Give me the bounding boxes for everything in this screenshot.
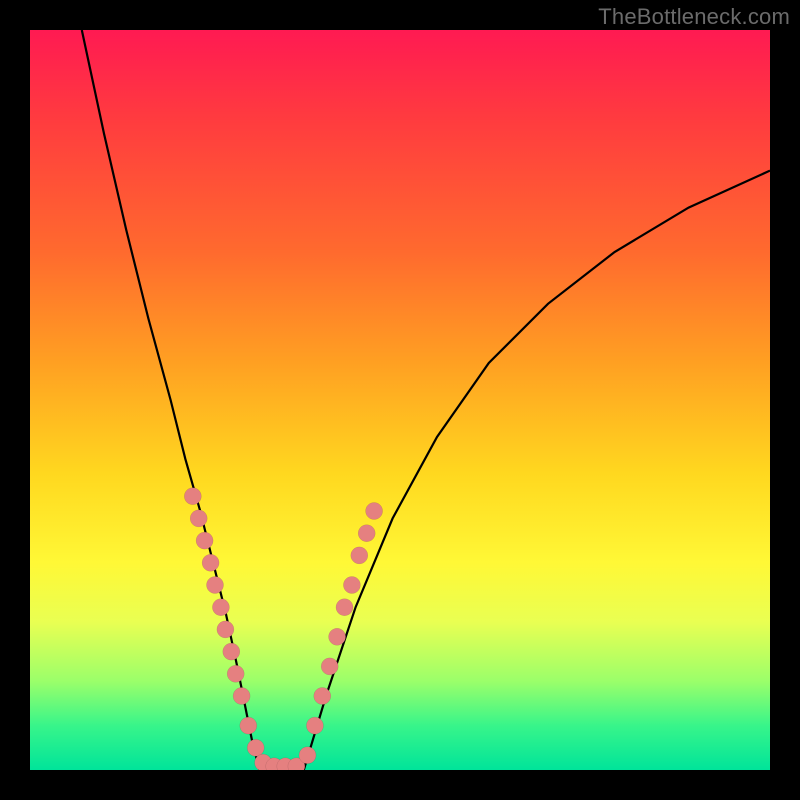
data-point [299,747,316,764]
data-point [358,525,375,542]
data-point [196,532,213,549]
data-point [247,739,264,756]
watermark-text: TheBottleneck.com [598,4,790,30]
data-point [223,643,240,660]
chart-frame: TheBottleneck.com [0,0,800,800]
data-point [366,503,383,520]
data-point [233,688,250,705]
data-point [336,599,353,616]
plot-area [30,30,770,770]
scatter-dots [184,488,382,770]
chart-svg [30,30,770,770]
data-point [207,577,224,594]
data-point [202,554,219,571]
data-point [184,488,201,505]
data-point [321,658,338,675]
data-point [217,621,234,638]
data-point [314,688,331,705]
data-point [329,628,346,645]
data-point [306,717,323,734]
data-point [240,717,257,734]
data-point [227,665,244,682]
data-point [190,510,207,527]
v-curve [82,30,770,770]
data-point [351,547,368,564]
data-point [212,599,229,616]
data-point [343,577,360,594]
